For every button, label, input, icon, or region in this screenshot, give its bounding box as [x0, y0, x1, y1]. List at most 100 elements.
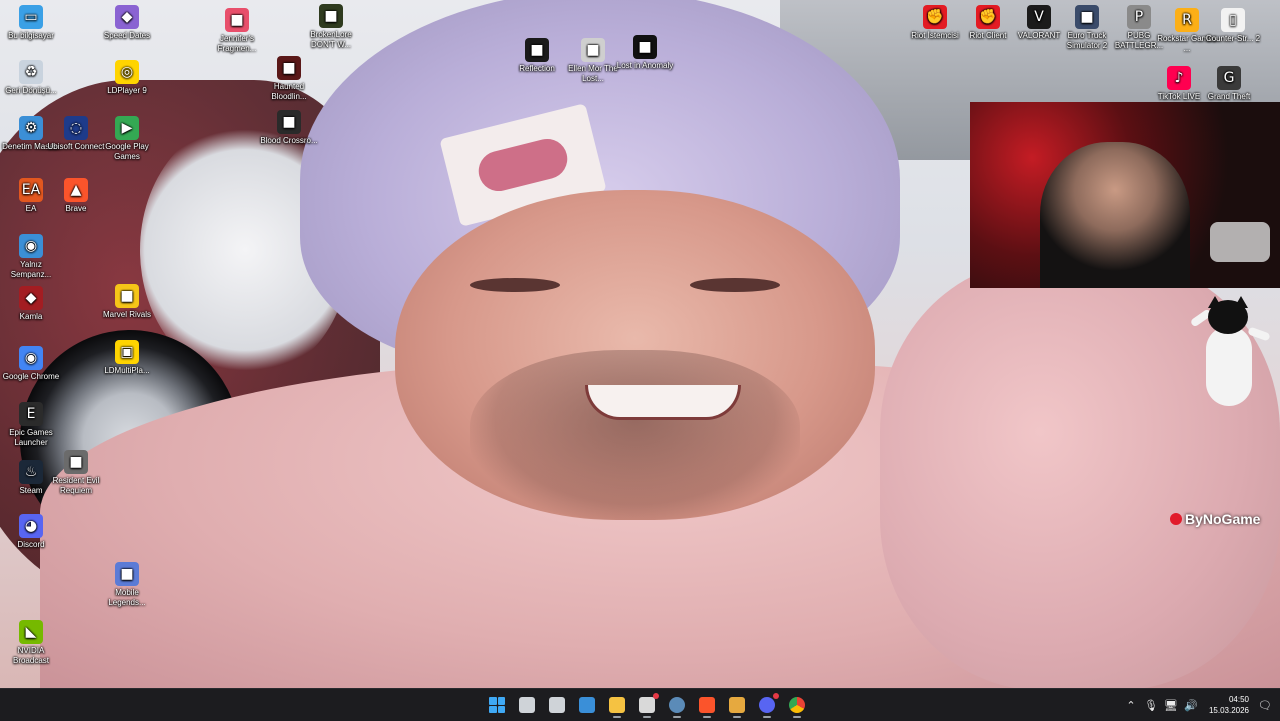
desktop-shortcut[interactable]: ■ Mobile Legends...	[96, 562, 158, 608]
wallpaper-smile	[585, 385, 741, 420]
desktop-shortcut[interactable]: ◆ Speed Dates	[96, 5, 158, 41]
desktop-shortcut-label: Discord	[17, 540, 45, 549]
chrome-icon: ◉	[19, 234, 43, 258]
desktop-shortcut[interactable]: ◕ Discord	[0, 514, 62, 550]
start-icon	[489, 697, 505, 713]
desktop-shortcut[interactable]: ■ Blood Crossro...	[258, 110, 320, 146]
desktop-shortcut[interactable]: ▯ Counter-Str... 2	[1202, 8, 1264, 44]
desktop-shortcut-label: BrokenLore DON'T W...	[310, 30, 352, 49]
cat-body	[1206, 326, 1252, 406]
ubisoft-icon: ◌	[64, 116, 88, 140]
desktop-shortcut[interactable]: ■ Lost in Anomaly	[614, 35, 676, 71]
app-button[interactable]	[544, 692, 570, 718]
desktop-shortcut[interactable]: ▣ LDMultiPla...	[96, 340, 158, 376]
desktop-shortcut[interactable]: G Grand Theft	[1198, 66, 1260, 102]
bynogame-watermark: ByNoGame	[1170, 511, 1260, 527]
epic-games-icon: E	[19, 402, 43, 426]
desktop-shortcut-label: LDMultiPla...	[104, 366, 150, 375]
riot-icon: ✊	[923, 5, 947, 29]
desktop-shortcut-label: Resident Evil Requiem	[52, 476, 100, 495]
game-icon: ■	[525, 38, 549, 62]
start-button[interactable]	[484, 692, 510, 718]
desktop-shortcut[interactable]: ◎ LDPlayer 9	[96, 60, 158, 96]
desktop-shortcut[interactable]: ■ Reflection	[506, 38, 568, 74]
notification-icon[interactable]: 🗨	[1256, 696, 1274, 714]
desktop-shortcut[interactable]: ◣ NVIDIA Broadcast	[0, 620, 62, 666]
desktop-shortcut[interactable]: ■ Resident Evil Requiem	[45, 450, 107, 496]
desktop-shortcut-label: Google Chrome	[2, 372, 60, 381]
task-view-button[interactable]	[514, 692, 540, 718]
desktop-shortcut-label: LDPlayer 9	[107, 86, 147, 95]
task-view-icon	[519, 697, 535, 713]
game-icon: ■	[277, 110, 301, 134]
chrome-button[interactable]	[784, 692, 810, 718]
cat-arm-right	[1247, 326, 1271, 342]
desktop-shortcut-label: Google Play Games	[105, 142, 149, 161]
windows-logo-square	[497, 697, 505, 705]
photos-icon	[579, 697, 595, 713]
game-icon: ■	[633, 35, 657, 59]
desktop-shortcut[interactable]: ♻ Geri Dönüşü...	[0, 60, 62, 96]
desktop-shortcut[interactable]: ▶ Google Play Games	[96, 116, 158, 162]
desktop-shortcut-label: NVIDIA Broadcast	[12, 646, 50, 665]
steam-button[interactable]	[664, 692, 690, 718]
taskbar-clock[interactable]: 04:50 15.03.2026	[1209, 694, 1249, 716]
brave-button[interactable]	[694, 692, 720, 718]
watermark-text: ByNoGame	[1185, 511, 1261, 527]
webcam-overlay	[970, 102, 1280, 288]
desktop-shortcut-label: Counter-Str... 2	[1205, 34, 1261, 43]
brave-icon	[699, 697, 715, 713]
photos-button[interactable]	[574, 692, 600, 718]
taskbar-pinned-apps	[482, 689, 812, 721]
app-button[interactable]	[724, 692, 750, 718]
tiktok-icon: ♪	[1167, 66, 1191, 90]
discord-icon: ◕	[19, 514, 43, 538]
desktop-shortcut-label: Haunted Bloodlin...	[271, 82, 307, 101]
recycle-bin-icon: ♻	[19, 60, 43, 84]
gta-icon: G	[1217, 66, 1241, 90]
desktop-shortcut[interactable]: ◆ Kamla	[0, 286, 62, 322]
notification-badge	[773, 693, 779, 699]
desktop-shortcut[interactable]: ■ BrokenLore DON'T W...	[300, 4, 362, 50]
network-icon[interactable]: 🖥	[1162, 696, 1180, 714]
wallpaper-eye-right	[690, 278, 780, 292]
taskbar: ⌃ 🎙 🖥 🔊 04:50 15.03.2026 🗨	[0, 688, 1280, 721]
desktop-shortcut[interactable]: ■ Marvel Rivals	[96, 284, 158, 320]
windows-logo-square	[497, 705, 505, 713]
discord-button[interactable]	[754, 692, 780, 718]
desktop-shortcut[interactable]: ◉ Google Chrome	[0, 346, 62, 382]
chrome-icon	[789, 697, 805, 713]
app-icon	[549, 697, 565, 713]
volume-icon[interactable]: 🔊	[1182, 696, 1200, 714]
desktop-shortcut-label: Blood Crossro...	[260, 136, 318, 145]
wallpaper-beard	[470, 350, 800, 520]
windows-logo-square	[489, 697, 497, 705]
desktop-shortcut[interactable]: E Epic Games Launcher	[0, 402, 62, 448]
windows-logo-square	[489, 705, 497, 713]
desktop-shortcut[interactable]: ■ Haunted Bloodlin...	[258, 56, 320, 102]
microphone-icon[interactable]: 🎙	[1142, 696, 1160, 714]
app-icon: ◆	[115, 5, 139, 29]
game-icon: ■	[1075, 5, 1099, 29]
discord-icon	[759, 697, 775, 713]
file-explorer-button[interactable]	[604, 692, 630, 718]
app-icon	[729, 697, 745, 713]
desktop-shortcut-label: Grand Theft	[1207, 92, 1251, 101]
nvidia-icon: ◣	[19, 620, 43, 644]
clock-time: 04:50	[1228, 695, 1249, 704]
file-explorer-icon	[609, 697, 625, 713]
steam-icon	[669, 697, 685, 713]
desktop-shortcut[interactable]: ■ Jennifer's Fragmen...	[206, 8, 268, 54]
desktop-shortcut-label: Bu bilgisayar	[8, 31, 54, 40]
app-button[interactable]	[634, 692, 660, 718]
ldplayer-icon: ◎	[115, 60, 139, 84]
chevron-up-icon[interactable]: ⌃	[1122, 696, 1140, 714]
desktop-shortcut[interactable]: ◉ Yalnız Sempanz...	[0, 234, 62, 280]
desktop-shortcut-label: Jennifer's Fragmen...	[217, 34, 257, 53]
game-icon: ■	[225, 8, 249, 32]
desktop-shortcut-label: Marvel Rivals	[102, 310, 151, 319]
desktop-shortcut[interactable]: ▲ Brave	[45, 178, 107, 214]
bynogame-logo-icon	[1170, 513, 1182, 525]
desktop-shortcut[interactable]: ▭ Bu bilgisayar	[0, 5, 62, 41]
steam-icon: ♨	[19, 460, 43, 484]
